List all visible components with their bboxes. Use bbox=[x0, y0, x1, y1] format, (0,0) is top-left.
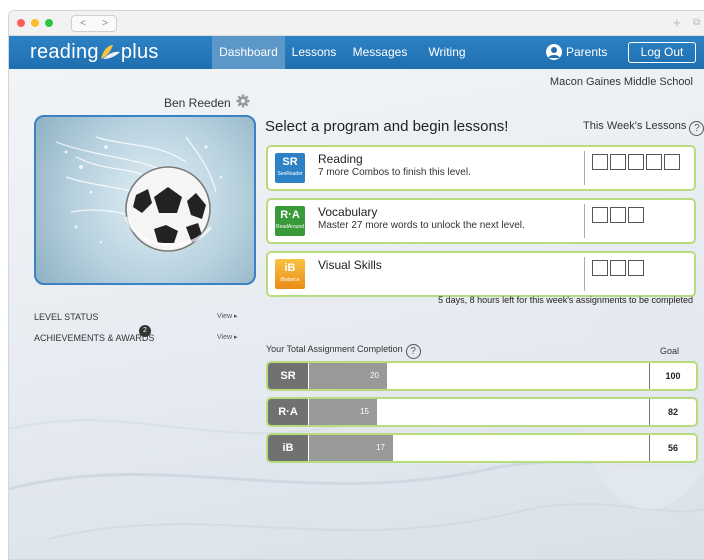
time-left-notice: 5 days, 8 hours left for this week's ass… bbox=[438, 295, 693, 305]
achievements-count-badge: 2 bbox=[139, 325, 151, 337]
profile-photo[interactable] bbox=[34, 115, 256, 285]
browser-window: < > + ⧉ reading plus Dashboard Lessons Me… bbox=[8, 10, 704, 560]
program-title: Reading bbox=[318, 152, 363, 166]
maximize-window-icon[interactable] bbox=[45, 19, 53, 27]
goal-value: 56 bbox=[667, 443, 678, 453]
help-icon[interactable]: ? bbox=[689, 121, 704, 136]
program-description: 7 more Combos to finish this level. bbox=[318, 167, 471, 178]
browser-titlebar: < > + ⧉ bbox=[9, 11, 704, 36]
lesson-box bbox=[592, 154, 608, 170]
completion-bar-seereader: SR 20 100 bbox=[266, 361, 698, 391]
seereader-icon-subtext: SeeReader bbox=[277, 171, 303, 177]
program-description: Master 27 more words to unlock the next … bbox=[318, 220, 525, 231]
minimize-window-icon[interactable] bbox=[31, 19, 39, 27]
program-card-reading[interactable]: SR SeeReader Reading 7 more Combos to fin… bbox=[266, 145, 696, 191]
lesson-progress-boxes bbox=[592, 207, 644, 223]
app-header: reading plus Dashboard Lessons Messages W… bbox=[9, 36, 704, 69]
logout-button[interactable]: Log Out bbox=[628, 42, 696, 63]
readaround-icon: R·A ReadAround bbox=[275, 206, 305, 236]
lesson-box bbox=[592, 207, 608, 223]
lesson-box bbox=[664, 154, 680, 170]
soccer-ball-image bbox=[55, 136, 223, 252]
readaround-icon: R·A bbox=[268, 399, 308, 425]
seereader-icon-text: SR bbox=[282, 156, 298, 168]
lesson-box bbox=[628, 260, 644, 276]
logo-text-reading: reading bbox=[30, 41, 99, 63]
readaround-icon-text: R·A bbox=[280, 209, 300, 221]
back-icon[interactable]: < bbox=[80, 18, 86, 29]
nav-writing[interactable]: Writing bbox=[422, 36, 472, 69]
forward-icon[interactable]: > bbox=[102, 18, 108, 29]
seereader-icon: SR bbox=[268, 363, 308, 389]
goal-column-label: Goal bbox=[660, 346, 680, 356]
goal-value: 100 bbox=[665, 371, 681, 381]
lesson-box bbox=[610, 154, 626, 170]
lesson-box bbox=[628, 207, 644, 223]
nav-messages[interactable]: Messages bbox=[350, 36, 410, 69]
ibalance-icon: iB iBalance bbox=[275, 259, 305, 289]
weekly-lessons-header: This Week's Lessons? bbox=[583, 120, 704, 136]
program-card-visual-skills[interactable]: iB iBalance Visual Skills bbox=[266, 251, 696, 297]
help-icon[interactable]: ? bbox=[405, 344, 421, 359]
program-card-vocabulary[interactable]: R·A ReadAround Vocabulary Master 27 more … bbox=[266, 198, 696, 244]
dashboard-content: Macon Gaines Middle School Ben Reeden LE… bbox=[9, 69, 704, 559]
card-divider bbox=[584, 204, 585, 238]
parents-label: Parents bbox=[566, 45, 608, 59]
close-window-icon[interactable] bbox=[17, 19, 25, 27]
lesson-box bbox=[610, 207, 626, 223]
level-status-view-link[interactable]: View ▸ bbox=[217, 312, 238, 320]
new-tab-icon[interactable]: + bbox=[673, 15, 681, 30]
seereader-icon: SR SeeReader bbox=[275, 153, 305, 183]
copy-icon[interactable]: ⧉ bbox=[693, 17, 700, 28]
completion-header: Your Total Assignment Completion? bbox=[266, 344, 421, 359]
lesson-progress-boxes bbox=[592, 260, 644, 276]
achievements-view-link[interactable]: View ▸ bbox=[217, 333, 238, 341]
completion-fill: 17 bbox=[309, 435, 393, 461]
program-title: Vocabulary bbox=[318, 205, 378, 219]
card-divider bbox=[584, 257, 585, 291]
ibalance-icon-subtext: iBalance bbox=[280, 277, 300, 283]
card-divider bbox=[584, 151, 585, 185]
lesson-box bbox=[628, 154, 644, 170]
level-status-label: LEVEL STATUS bbox=[34, 312, 99, 322]
school-name: Macon Gaines Middle School bbox=[549, 76, 693, 88]
weekly-lessons-label: This Week's Lessons bbox=[583, 120, 687, 132]
completion-bar-ibalance: iB 17 56 bbox=[266, 433, 698, 463]
program-headline: Select a program and begin lessons! bbox=[265, 118, 509, 135]
parents-link[interactable]: Parents bbox=[546, 36, 607, 69]
ibalance-icon-text: iB bbox=[284, 262, 296, 274]
lesson-box bbox=[610, 260, 626, 276]
parent-avatar-icon bbox=[546, 44, 562, 60]
gear-icon[interactable] bbox=[236, 94, 250, 108]
completion-fill: 20 bbox=[309, 363, 387, 389]
reading-plus-logo[interactable]: reading plus bbox=[30, 41, 159, 64]
ibalance-icon: iB bbox=[268, 435, 308, 461]
logo-petal-icon bbox=[100, 45, 120, 59]
completion-bar-readaround: R·A 15 82 bbox=[266, 397, 698, 427]
user-name: Ben Reeden bbox=[164, 96, 231, 110]
goal-value: 82 bbox=[667, 407, 678, 417]
nav-lessons[interactable]: Lessons bbox=[289, 36, 339, 69]
program-title: Visual Skills bbox=[318, 258, 382, 272]
lesson-progress-boxes bbox=[592, 154, 680, 170]
achievements-label: ACHIEVEMENTS & AWARDS bbox=[34, 333, 155, 343]
readaround-icon-subtext: ReadAround bbox=[275, 224, 305, 230]
nav-dashboard[interactable]: Dashboard bbox=[212, 36, 285, 69]
completion-fill: 15 bbox=[309, 399, 377, 425]
browser-nav-buttons: < > bbox=[71, 15, 117, 32]
logo-text-plus: plus bbox=[120, 41, 159, 63]
lesson-box bbox=[592, 260, 608, 276]
completion-label: Your Total Assignment Completion bbox=[266, 344, 403, 354]
lesson-box bbox=[646, 154, 662, 170]
